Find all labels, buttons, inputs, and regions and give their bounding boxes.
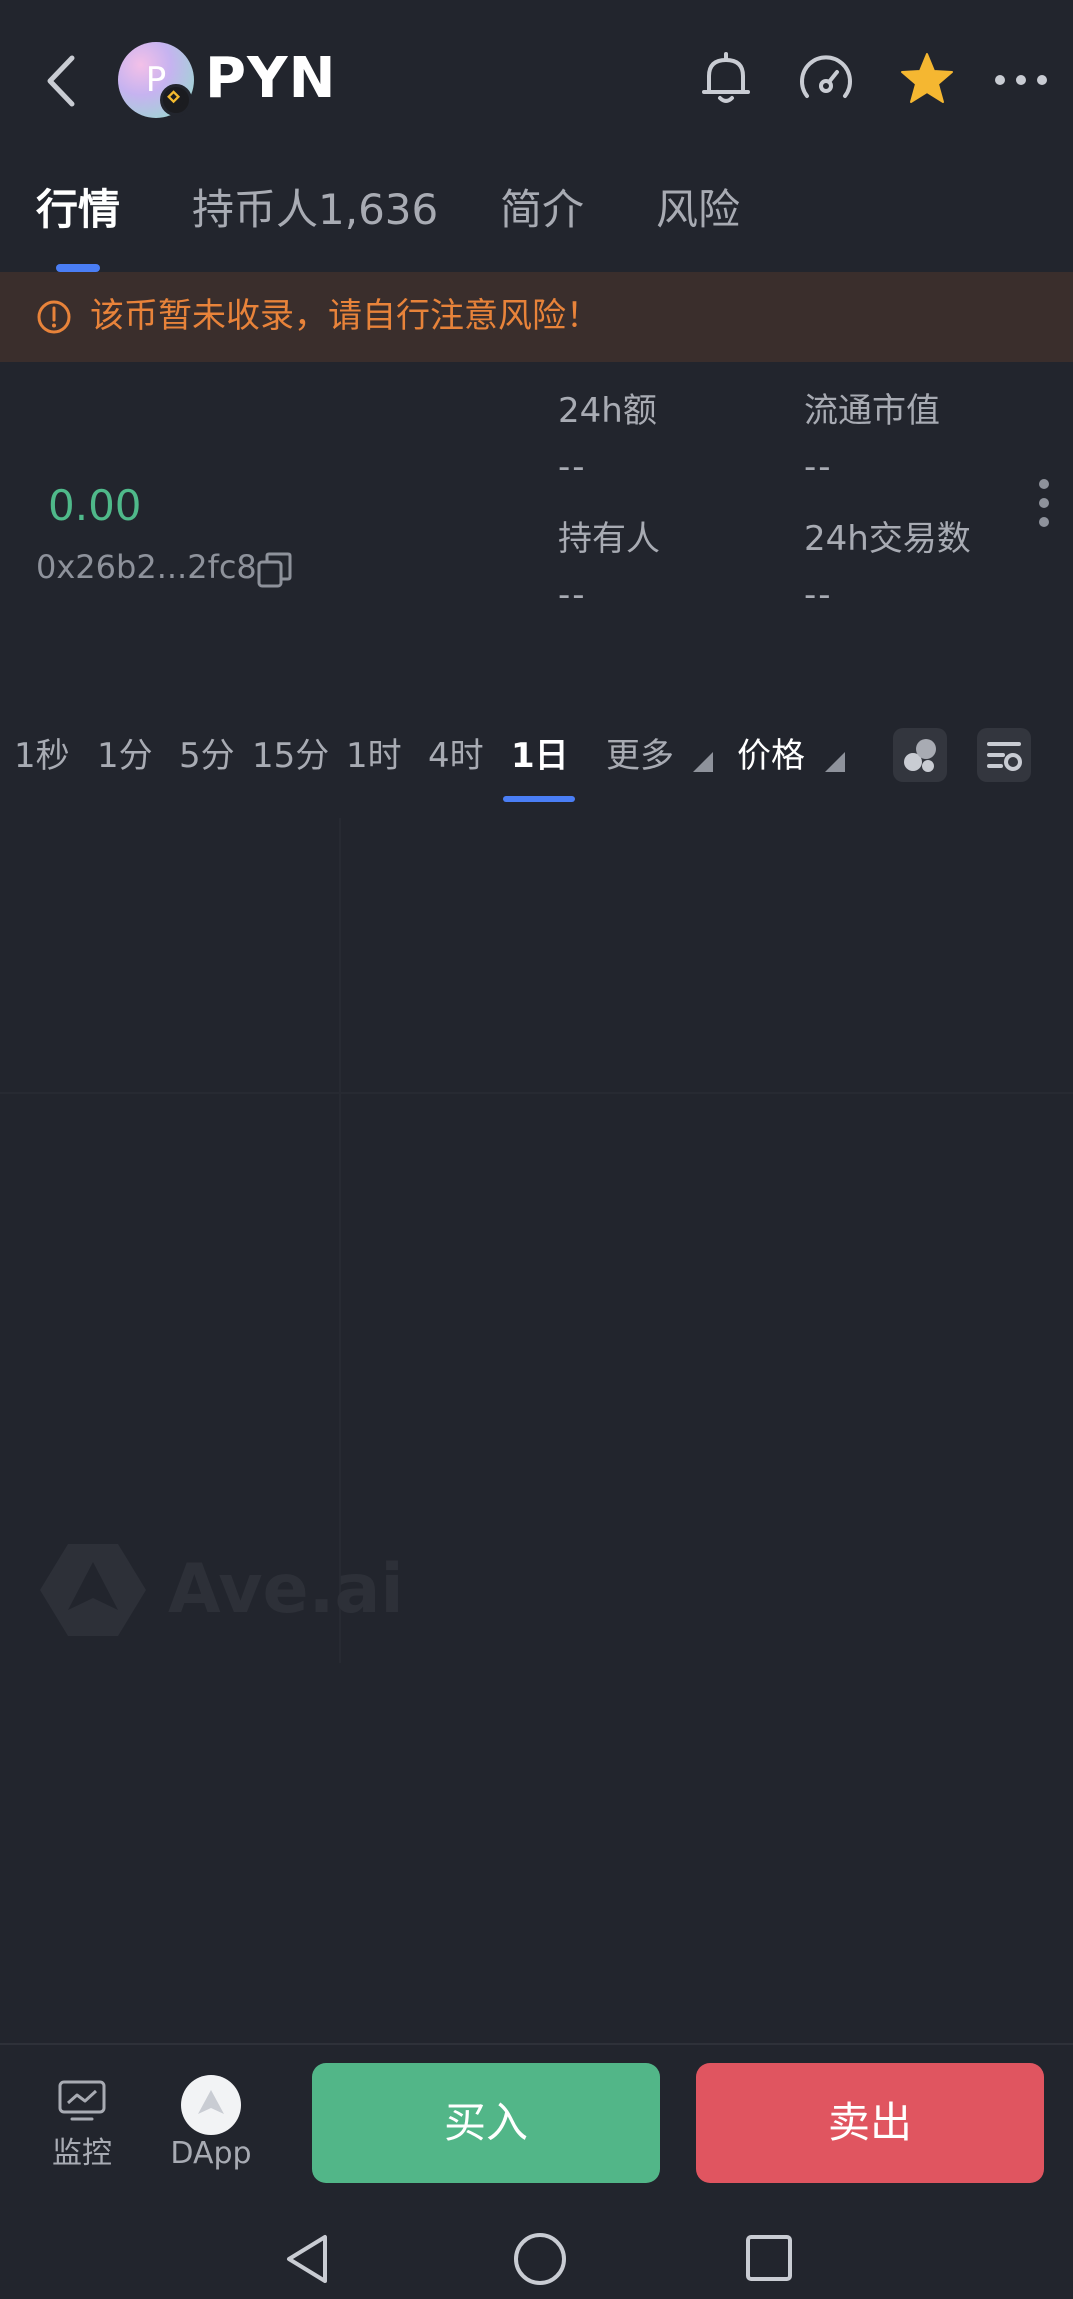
indicator-bubbles-button[interactable] xyxy=(893,728,947,782)
more-horizontal-icon[interactable] xyxy=(993,70,1049,90)
favorite-star-icon[interactable] xyxy=(896,48,958,110)
stat-market-cap-label: 流通市值 xyxy=(804,391,940,431)
more-dropdown-triangle-icon xyxy=(693,752,713,772)
system-navigation-bar xyxy=(0,2213,1073,2299)
interval-1d[interactable]: 1日 xyxy=(511,728,569,784)
price-mode-dropdown[interactable]: 价格 xyxy=(737,728,805,784)
risk-warning-text: 该币暂未收录，请自行注意风险！ xyxy=(90,296,600,336)
dapp-label[interactable]: DApp xyxy=(160,2134,262,2174)
warning-circle-icon xyxy=(37,300,71,334)
interval-5m[interactable]: 5分 xyxy=(179,728,235,784)
stat-market-cap-value: -- xyxy=(804,447,833,487)
top-header: P PYN xyxy=(0,0,1073,160)
active-tab-indicator xyxy=(56,264,100,272)
interval-1h[interactable]: 1时 xyxy=(346,728,402,784)
monitor-label[interactable]: 监控 xyxy=(42,2134,122,2174)
chart-settings-button[interactable] xyxy=(977,728,1031,782)
sell-button[interactable]: 卖出 xyxy=(696,2063,1044,2183)
buy-button[interactable]: 买入 xyxy=(312,2063,660,2183)
nav-home-icon[interactable] xyxy=(512,2231,568,2287)
interval-15m[interactable]: 15分 xyxy=(252,728,329,784)
token-name: PYN xyxy=(205,46,337,111)
stat-24h-volume-label: 24h额 xyxy=(558,391,657,431)
copy-icon[interactable] xyxy=(255,550,295,590)
tab-risk[interactable]: 风险 xyxy=(656,180,740,240)
tab-market[interactable]: 行情 xyxy=(36,180,120,240)
interval-1s[interactable]: 1秒 xyxy=(14,728,70,784)
interval-1m[interactable]: 1分 xyxy=(97,728,153,784)
gauge-icon[interactable] xyxy=(795,50,857,112)
tab-holders[interactable]: 持币人1,636 xyxy=(192,180,438,240)
nav-back-icon[interactable] xyxy=(283,2233,333,2285)
bell-icon[interactable] xyxy=(695,48,757,110)
back-arrow-icon[interactable] xyxy=(38,50,88,112)
stat-holders-value: -- xyxy=(558,575,587,615)
chart-watermark: Ave.ai xyxy=(168,1550,404,1629)
stat-24h-txns-value: -- xyxy=(804,575,833,615)
stat-24h-txns-label: 24h交易数 xyxy=(804,519,971,559)
nav-recents-icon[interactable] xyxy=(744,2233,794,2283)
chart-grid xyxy=(0,818,1073,1663)
active-interval-indicator xyxy=(503,796,575,802)
bsc-chain-icon xyxy=(160,84,192,116)
tab-intro[interactable]: 简介 xyxy=(500,180,584,240)
ave-logo-watermark-icon xyxy=(40,1544,146,1636)
monitor-icon[interactable] xyxy=(57,2079,107,2123)
token-price: 0.00 xyxy=(48,481,142,530)
contract-address: 0x26b2...2fc8 xyxy=(36,548,257,586)
stat-holders-label: 持有人 xyxy=(558,519,660,559)
dapp-icon[interactable] xyxy=(180,2074,242,2136)
chart-settings-icon xyxy=(987,742,1022,771)
more-intervals-dropdown[interactable]: 更多 xyxy=(606,728,674,784)
more-vertical-icon[interactable] xyxy=(1036,478,1052,528)
bubbles-icon xyxy=(904,739,936,772)
stat-24h-volume-value: -- xyxy=(558,447,587,487)
price-chart[interactable] xyxy=(0,818,1073,2043)
price-dropdown-triangle-icon xyxy=(825,752,845,772)
interval-4h[interactable]: 4时 xyxy=(428,728,484,784)
main-tabs: 行情 持币人1,636 简介 风险 xyxy=(0,180,1073,270)
